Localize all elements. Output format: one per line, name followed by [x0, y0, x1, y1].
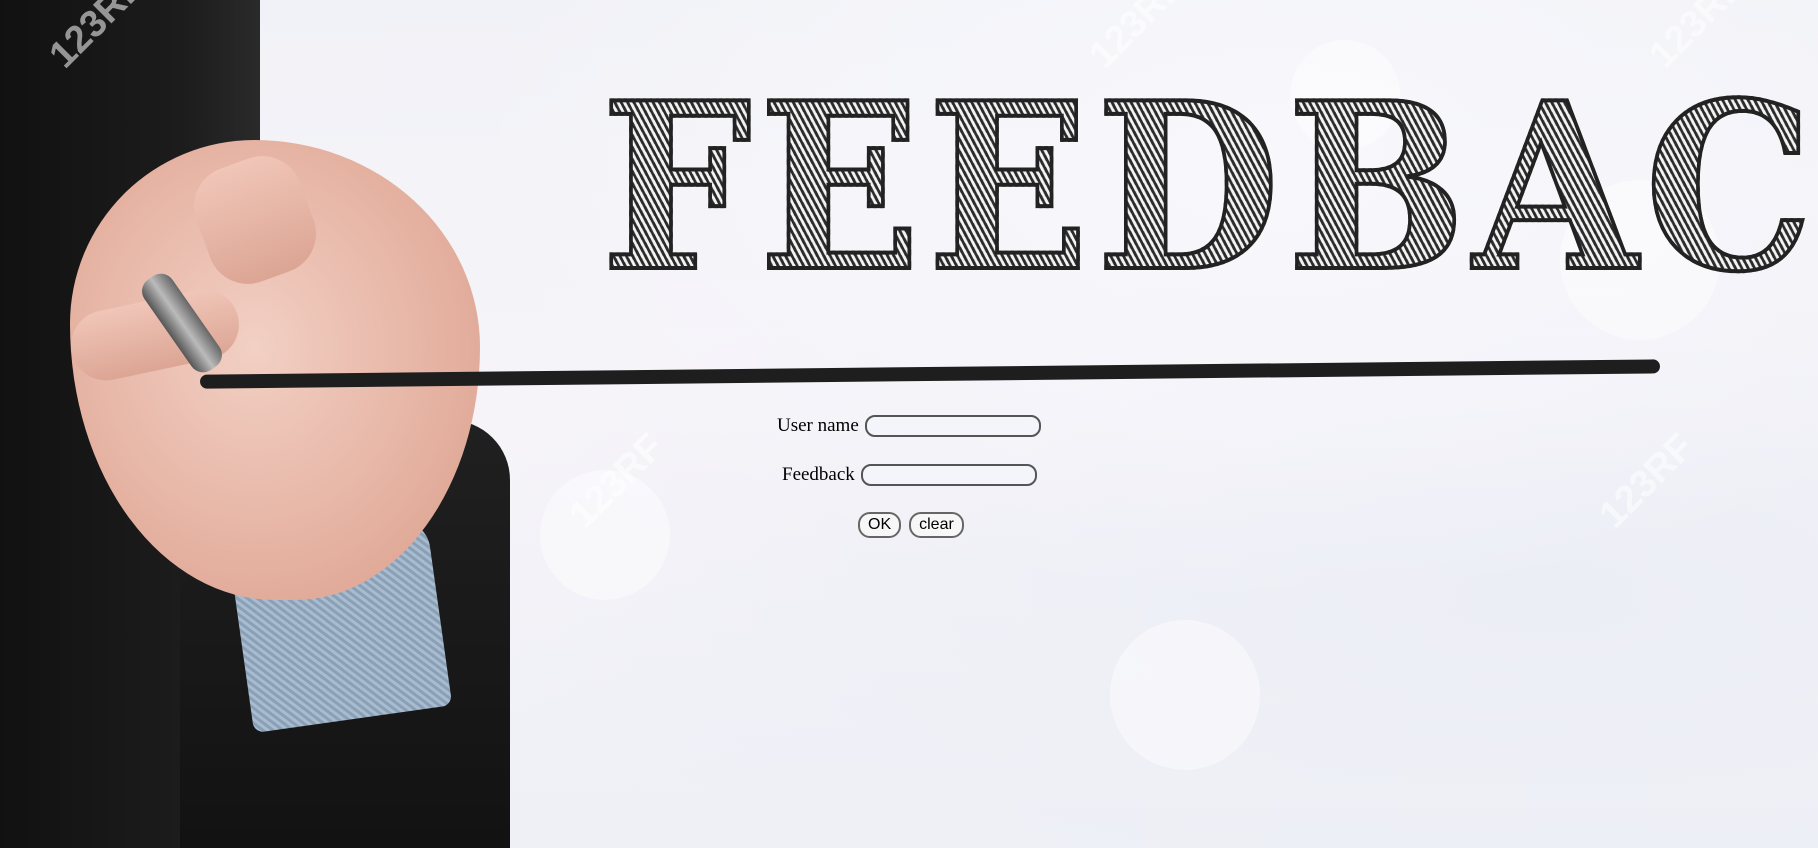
form-actions: OK clear — [858, 512, 964, 538]
username-input[interactable] — [864, 415, 1041, 437]
username-label: User name — [777, 415, 859, 436]
bokeh-light — [1110, 620, 1260, 770]
feedback-row: Feedback — [782, 464, 1037, 486]
feedback-title-text: FEEDBACK — [599, 66, 1818, 310]
clear-button[interactable]: clear — [909, 512, 964, 538]
username-row: User name — [777, 415, 1041, 437]
feedback-input[interactable] — [860, 464, 1037, 486]
feedback-title: FEEDBACK — [540, 66, 1818, 328]
ok-button[interactable]: OK — [858, 512, 902, 538]
watermark: 123RF — [1591, 425, 1702, 537]
feedback-label: Feedback — [782, 464, 855, 485]
